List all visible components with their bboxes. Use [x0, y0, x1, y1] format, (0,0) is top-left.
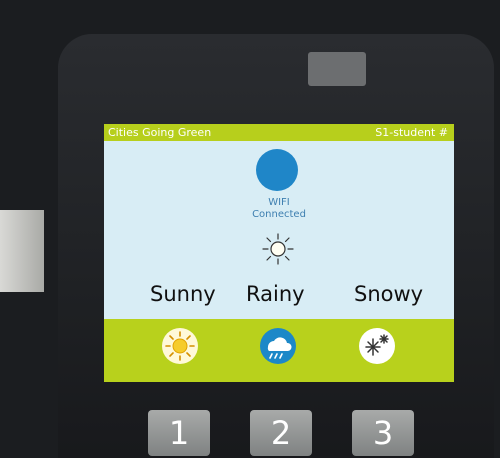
weather-labels: Sunny Rainy Snowy — [104, 282, 454, 314]
button-1[interactable]: 1 — [148, 410, 210, 456]
sun-icon[interactable] — [161, 327, 199, 365]
weather-label-rainy: Rainy — [246, 282, 305, 306]
sun-icon — [262, 233, 294, 265]
wifi-status-indicator — [256, 149, 298, 191]
side-connector — [0, 210, 44, 292]
snowflake-icon[interactable] — [358, 327, 396, 365]
device-screen: Cities Going Green S1-student # WIFI Con… — [104, 124, 454, 382]
device-clip — [308, 52, 366, 86]
status-bar: Cities Going Green S1-student # — [104, 124, 454, 141]
wifi-label: WIFI — [268, 197, 290, 208]
weather-label-snowy: Snowy — [354, 282, 424, 306]
weather-label-sunny: Sunny — [150, 282, 216, 306]
button-3[interactable]: 3 — [352, 410, 414, 456]
wifi-status: Connected — [252, 209, 306, 220]
rain-cloud-icon[interactable] — [259, 327, 297, 365]
app-title: Cities Going Green — [108, 126, 212, 139]
user-label: S1-student # — [375, 126, 448, 139]
hardware-buttons: 1 2 3 — [130, 410, 430, 458]
button-2[interactable]: 2 — [250, 410, 312, 456]
